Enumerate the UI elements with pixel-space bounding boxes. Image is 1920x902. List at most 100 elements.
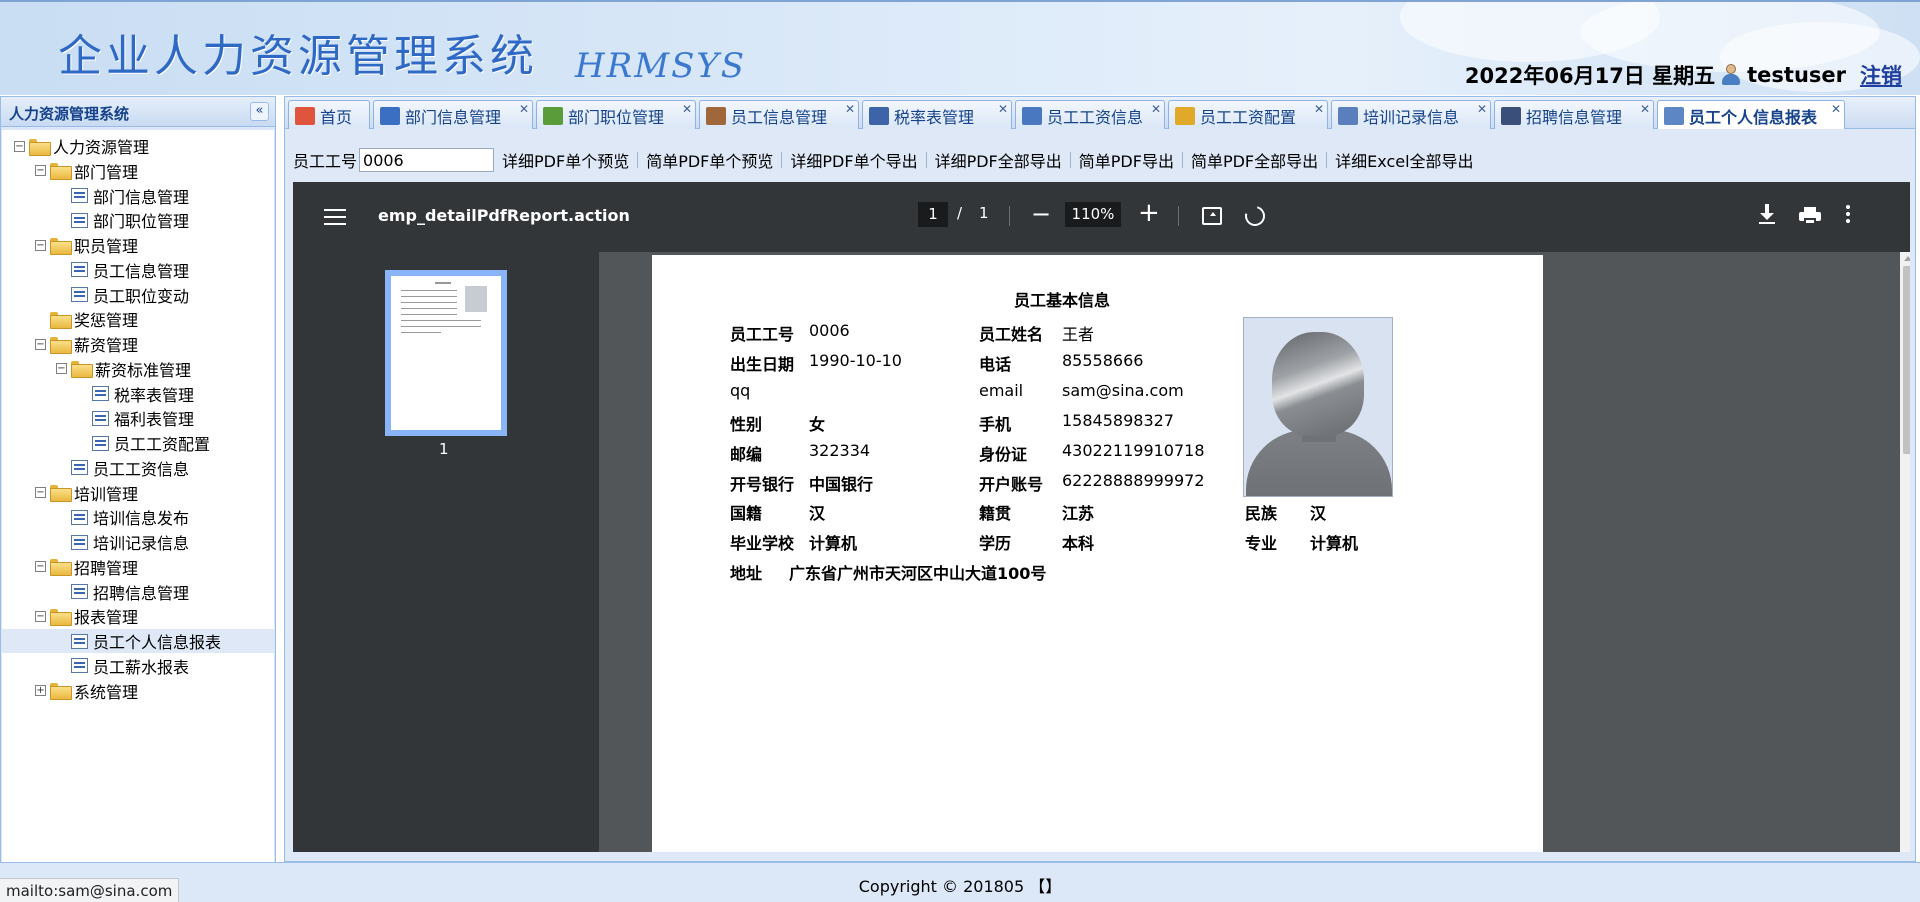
tab-8[interactable]: 招聘信息管理 ✕ (1494, 100, 1654, 130)
tab-close-icon[interactable]: ✕ (519, 102, 529, 116)
app-logo-text: HRMSYS (575, 46, 747, 86)
toolbar-button[interactable]: 简单PDF单个预览 (638, 148, 781, 172)
tree-item-label: 员工薪水报表 (93, 657, 190, 677)
thumb-line (401, 302, 457, 303)
tree-item[interactable]: − 培训管理 (2, 481, 274, 505)
page-number-input[interactable]: 1 (918, 202, 948, 227)
collapse-icon[interactable]: − (35, 610, 46, 622)
collapse-icon[interactable]: − (35, 338, 46, 350)
tab-4[interactable]: 税率表管理 ✕ (862, 100, 1012, 130)
tab-close-icon[interactable]: ✕ (1477, 102, 1487, 116)
tree-item[interactable]: 招聘信息管理 (2, 580, 274, 604)
tree-item[interactable]: 员工个人信息报表 (2, 629, 274, 653)
tree-item-label: 职员管理 (74, 237, 139, 256)
tab-7[interactable]: 培训记录信息 ✕ (1331, 100, 1491, 130)
thumb-line (401, 308, 457, 309)
tab-3[interactable]: 员工信息管理 ✕ (699, 100, 859, 130)
collapse-icon[interactable]: − (35, 487, 46, 498)
collapse-icon[interactable]: − (35, 239, 46, 251)
tab-close-icon[interactable]: ✕ (998, 102, 1008, 116)
tab-label: 员工个人信息报表 (1689, 108, 1818, 127)
tab-close-icon[interactable]: ✕ (682, 102, 692, 116)
hometown-value: 江苏 (1062, 504, 1095, 523)
tree-item[interactable]: 部门信息管理 (2, 184, 274, 208)
tab-close-icon[interactable]: ✕ (1151, 102, 1161, 116)
tree-item[interactable]: 部门职位管理 (2, 208, 274, 232)
tree-item[interactable]: − 薪资标准管理 (2, 357, 274, 381)
download-icon[interactable] (1759, 204, 1775, 226)
tree-item[interactable]: 员工工资配置 (2, 431, 274, 455)
toolbar-button[interactable]: 简单PDF导出 (1071, 148, 1182, 172)
zoom-in-button[interactable]: + (1138, 200, 1160, 226)
tab-5[interactable]: 员工工资信息 ✕ (1015, 100, 1165, 130)
tree-item[interactable]: 奖惩管理 (2, 307, 274, 331)
tab-1[interactable]: 部门信息管理 ✕ (373, 100, 533, 130)
tree-item[interactable]: 培训信息发布 (2, 505, 274, 529)
tab-2[interactable]: 部门职位管理 ✕ (536, 100, 696, 130)
tree-item-label: 员工个人信息报表 (93, 633, 222, 652)
more-options-icon[interactable] (1846, 205, 1850, 225)
tree-item[interactable]: − 薪资管理 (2, 332, 274, 356)
tree-item[interactable]: − 报表管理 (2, 604, 274, 628)
tab-close-icon[interactable]: ✕ (1314, 102, 1324, 116)
tab-close-icon[interactable]: ✕ (1831, 102, 1841, 116)
logout-link[interactable]: 注销 (1860, 60, 1902, 90)
tree-item[interactable]: − 职员管理 (2, 233, 274, 257)
tree-item[interactable]: 员工薪水报表 (2, 654, 274, 678)
thumb-line (401, 290, 457, 291)
tree-item[interactable]: 员工工资信息 (2, 456, 274, 480)
collapse-icon[interactable]: − (14, 140, 25, 152)
employee-photo (1243, 317, 1393, 497)
scroll-up-arrow-icon[interactable] (1904, 256, 1910, 261)
collapse-sidebar-button[interactable]: « (250, 102, 269, 121)
tree-item[interactable]: 培训记录信息 (2, 530, 274, 554)
tree-item[interactable]: + 系统管理 (2, 679, 274, 703)
zoom-level[interactable]: 110% (1065, 202, 1121, 227)
scrollbar-thumb[interactable] (1903, 266, 1910, 454)
expand-icon[interactable]: + (35, 685, 46, 696)
address-value: 广东省广州市天河区中山大道100号 (789, 564, 1047, 583)
collapse-icon[interactable]: − (56, 363, 67, 375)
toolbar-button[interactable]: 简单PDF全部导出 (1183, 148, 1326, 172)
collapse-icon[interactable]: − (35, 165, 46, 177)
tree-item[interactable]: 员工信息管理 (2, 258, 274, 282)
tab-label: 首页 (320, 107, 353, 127)
menu-icon[interactable] (324, 209, 346, 225)
tree-item[interactable]: − 人力资源管理 (2, 134, 274, 158)
tab-close-icon[interactable]: ✕ (1640, 102, 1650, 116)
email-link[interactable]: sam@sina.com (1062, 381, 1184, 400)
tree-item-label: 部门职位管理 (93, 212, 190, 232)
toolbar-button[interactable]: 详细PDF全部导出 (927, 148, 1070, 172)
tab-0[interactable]: 首页 (288, 100, 370, 130)
page-icon (92, 386, 109, 401)
tree-item[interactable]: 税率表管理 (2, 382, 274, 406)
toolbar-button[interactable]: 详细PDF单个导出 (782, 148, 925, 172)
tree-item-label: 部门管理 (74, 162, 139, 182)
tree-item[interactable]: 福利表管理 (2, 406, 274, 430)
zoom-out-button[interactable]: − (1031, 202, 1051, 226)
page-thumbnail[interactable] (385, 270, 507, 436)
tab-label: 培训记录信息 (1363, 107, 1460, 127)
tab-6[interactable]: 员工工资配置 ✕ (1168, 100, 1328, 130)
birth-value: 1990-10-10 (809, 351, 902, 370)
phone-value: 85558666 (1062, 351, 1144, 370)
tab-9[interactable]: 员工个人信息报表 ✕ (1657, 100, 1845, 131)
emp-id-input[interactable] (359, 148, 495, 172)
tree-item[interactable]: − 招聘管理 (2, 555, 274, 579)
name-label: 员工姓名 (979, 325, 1044, 344)
toolbar-button[interactable]: 详细PDF单个预览 (494, 148, 637, 172)
toolbar-button[interactable]: 详细Excel全部导出 (1327, 148, 1481, 172)
tree-item-label: 部门信息管理 (93, 187, 190, 207)
tree-item-label: 培训记录信息 (93, 534, 190, 553)
tree-item[interactable]: 员工职位变动 (2, 283, 274, 307)
rotate-icon[interactable] (1241, 202, 1269, 230)
document-scrollbar[interactable] (1900, 252, 1910, 852)
tab-close-icon[interactable]: ✕ (845, 102, 855, 116)
bullet-list-icon (1501, 106, 1521, 125)
tree-item[interactable]: − 部门管理 (2, 159, 274, 183)
collapse-icon[interactable]: − (35, 561, 46, 573)
tab-label: 税率表管理 (894, 107, 975, 127)
pdf-page: 员工基本信息 员工工号 0006 员工姓名 王者 出生日期 1990-10-10… (652, 255, 1543, 852)
print-icon[interactable] (1799, 207, 1821, 225)
fit-page-icon[interactable] (1202, 207, 1222, 225)
